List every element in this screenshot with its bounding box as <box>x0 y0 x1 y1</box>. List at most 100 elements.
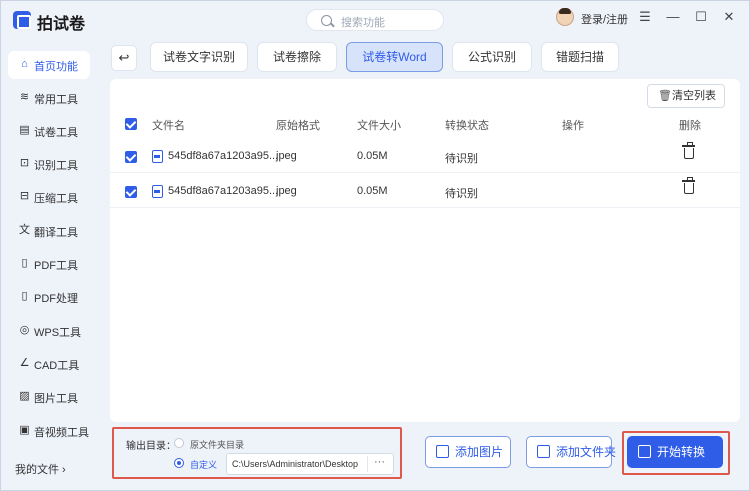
sidebar-item-translate-tools[interactable]: 文 翻译工具 <box>8 217 90 245</box>
file-list-panel: 🗑 清空列表 文件名 原始格式 文件大小 转换状态 操作 删除 545df8a6… <box>110 79 740 422</box>
header-delete: 删除 <box>679 120 701 132</box>
sidebar-item-wps-tools[interactable]: ◎ WPS工具 <box>8 317 90 345</box>
sidebar-item-label: CAD工具 <box>34 360 80 372</box>
pdf-icon: ▯ <box>21 257 28 269</box>
file-name: 545df8a67a1203a95... <box>168 185 279 197</box>
header-status: 转换状态 <box>445 120 489 132</box>
title-bar: 拍试卷 搜索功能 登录/注册 ☰ — ☐ ✕ <box>1 1 750 39</box>
file-status: 待识别 <box>445 188 478 200</box>
sidebar-item-pdf-tools[interactable]: ▯ PDF工具 <box>8 250 90 278</box>
minimize-icon[interactable]: — <box>665 9 681 25</box>
clear-list-button[interactable]: 🗑 清空列表 <box>647 84 725 108</box>
file-size: 0.05M <box>357 150 388 162</box>
sidebar-item-common-tools[interactable]: ≋ 常用工具 <box>8 84 90 112</box>
tab-exam-to-word[interactable]: 试卷转Word <box>346 42 443 72</box>
pdf-process-icon: ▯ <box>21 290 28 302</box>
delete-icon[interactable] <box>682 142 695 159</box>
my-files-link[interactable]: 我的文件 › <box>15 461 66 477</box>
image-file-icon <box>152 150 163 163</box>
tab-mistake-scan[interactable]: 错题扫描 <box>541 42 619 72</box>
document-icon: ▤ <box>19 124 30 136</box>
row-checkbox[interactable] <box>125 151 137 163</box>
clear-list-label: 清空列表 <box>672 90 716 102</box>
sidebar-item-compress-tools[interactable]: ⊟ 压缩工具 <box>8 183 90 211</box>
radio-source-folder[interactable] <box>174 438 184 448</box>
app-window: 拍试卷 搜索功能 登录/注册 ☰ — ☐ ✕ ⌂ 首页功能 ≋ 常用工具 ▤ 试… <box>0 0 750 491</box>
sidebar-item-label: 首页功能 <box>34 61 78 73</box>
file-name: 545df8a67a1203a95... <box>168 150 279 162</box>
output-directory-group: 输出目录： 原文件夹目录 自定义 C:\Users\Administrator\… <box>112 427 402 479</box>
sidebar-item-cad-tools[interactable]: ∠ CAD工具 <box>8 350 90 378</box>
tab-formula-recognition[interactable]: 公式识别 <box>452 42 532 72</box>
add-image-label: 添加图片 <box>455 445 504 459</box>
sidebar-item-label: PDF工具 <box>34 260 78 272</box>
sidebar-item-label: WPS工具 <box>34 327 82 339</box>
file-format: jpeg <box>276 185 297 197</box>
source-folder-label: 原文件夹目录 <box>190 440 245 450</box>
radio-custom-folder[interactable] <box>174 458 184 468</box>
folder-icon <box>537 445 550 458</box>
app-title: 拍试卷 <box>37 16 86 33</box>
sidebar-item-label: 压缩工具 <box>34 193 78 205</box>
add-folder-label: 添加文件夹 <box>556 445 617 459</box>
sidebar-item-pdf-process[interactable]: ▯ PDF处理 <box>8 283 90 311</box>
sidebar-item-label: 翻译工具 <box>34 227 78 239</box>
table-header: 文件名 原始格式 文件大小 转换状态 操作 删除 <box>110 114 740 134</box>
convert-icon <box>638 445 651 458</box>
file-status: 待识别 <box>445 153 478 165</box>
search-icon <box>321 15 332 26</box>
sidebar-item-label: 识别工具 <box>34 160 78 172</box>
tab-exam-text-recognition[interactable]: 试卷文字识别 <box>150 42 248 72</box>
compress-icon: ⊟ <box>19 190 30 202</box>
close-icon[interactable]: ✕ <box>721 9 737 25</box>
sidebar-item-image-tools[interactable]: ▨ 图片工具 <box>8 383 90 411</box>
table-row: 545df8a67a1203a95... jpeg 0.05M 待识别 <box>110 139 740 173</box>
add-image-button[interactable]: 添加图片 <box>425 436 511 468</box>
sidebar-item-label: 试卷工具 <box>34 127 78 139</box>
app-logo-icon <box>13 11 31 29</box>
start-convert-label: 开始转换 <box>657 445 706 459</box>
sidebar: ⌂ 首页功能 ≋ 常用工具 ▤ 试卷工具 ⊡ 识别工具 ⊟ 压缩工具 文 翻译工… <box>1 39 101 491</box>
sidebar-item-exam-tools[interactable]: ▤ 试卷工具 <box>8 117 90 145</box>
sidebar-item-label: 音视频工具 <box>34 427 89 439</box>
header-file-name: 文件名 <box>152 120 185 132</box>
cad-icon: ∠ <box>19 357 30 369</box>
header-format: 原始格式 <box>276 120 320 132</box>
back-button[interactable]: ↩ <box>111 45 137 71</box>
row-checkbox[interactable] <box>125 186 137 198</box>
select-all-checkbox[interactable] <box>125 118 137 130</box>
output-directory-label: 输出目录： <box>126 441 176 452</box>
media-icon: ▣ <box>19 424 30 436</box>
delete-icon[interactable] <box>682 177 695 194</box>
add-folder-button[interactable]: 添加文件夹 <box>526 436 616 468</box>
sidebar-item-label: 图片工具 <box>34 393 78 405</box>
tab-exam-erase[interactable]: 试卷擦除 <box>257 42 337 72</box>
scan-icon: ⊡ <box>19 157 30 169</box>
start-convert-button[interactable]: 开始转换 <box>627 436 723 468</box>
header-action: 操作 <box>562 120 584 132</box>
file-format: jpeg <box>276 150 297 162</box>
layers-icon: ≋ <box>19 91 30 103</box>
menu-icon[interactable]: ☰ <box>637 9 653 25</box>
table-row: 545df8a67a1203a95... jpeg 0.05M 待识别 <box>110 174 740 208</box>
login-link[interactable]: 登录/注册 <box>581 11 628 27</box>
sidebar-item-recognition-tools[interactable]: ⊡ 识别工具 <box>8 150 90 178</box>
sidebar-item-media-tools[interactable]: ▣ 音视频工具 <box>8 417 90 445</box>
translate-icon: 文 <box>19 224 30 236</box>
file-size: 0.05M <box>357 185 388 197</box>
sidebar-item-label: PDF处理 <box>34 293 78 305</box>
sidebar-item-label: 常用工具 <box>34 94 78 106</box>
home-icon: ⌂ <box>21 58 28 70</box>
search-placeholder: 搜索功能 <box>341 17 385 29</box>
bottom-bar: 输出目录： 原文件夹目录 自定义 C:\Users\Administrator\… <box>110 423 740 483</box>
search-box[interactable]: 搜索功能 <box>306 9 444 31</box>
avatar[interactable] <box>556 8 574 26</box>
trash-icon: 🗑 <box>658 90 672 102</box>
sidebar-item-home[interactable]: ⌂ 首页功能 <box>8 51 90 79</box>
image-icon <box>436 445 449 458</box>
browse-path-button[interactable]: ··· <box>367 456 391 472</box>
image-icon: ▨ <box>19 390 30 402</box>
maximize-icon[interactable]: ☐ <box>693 9 709 25</box>
custom-folder-label: 自定义 <box>190 460 218 470</box>
wps-icon: ◎ <box>19 324 30 336</box>
